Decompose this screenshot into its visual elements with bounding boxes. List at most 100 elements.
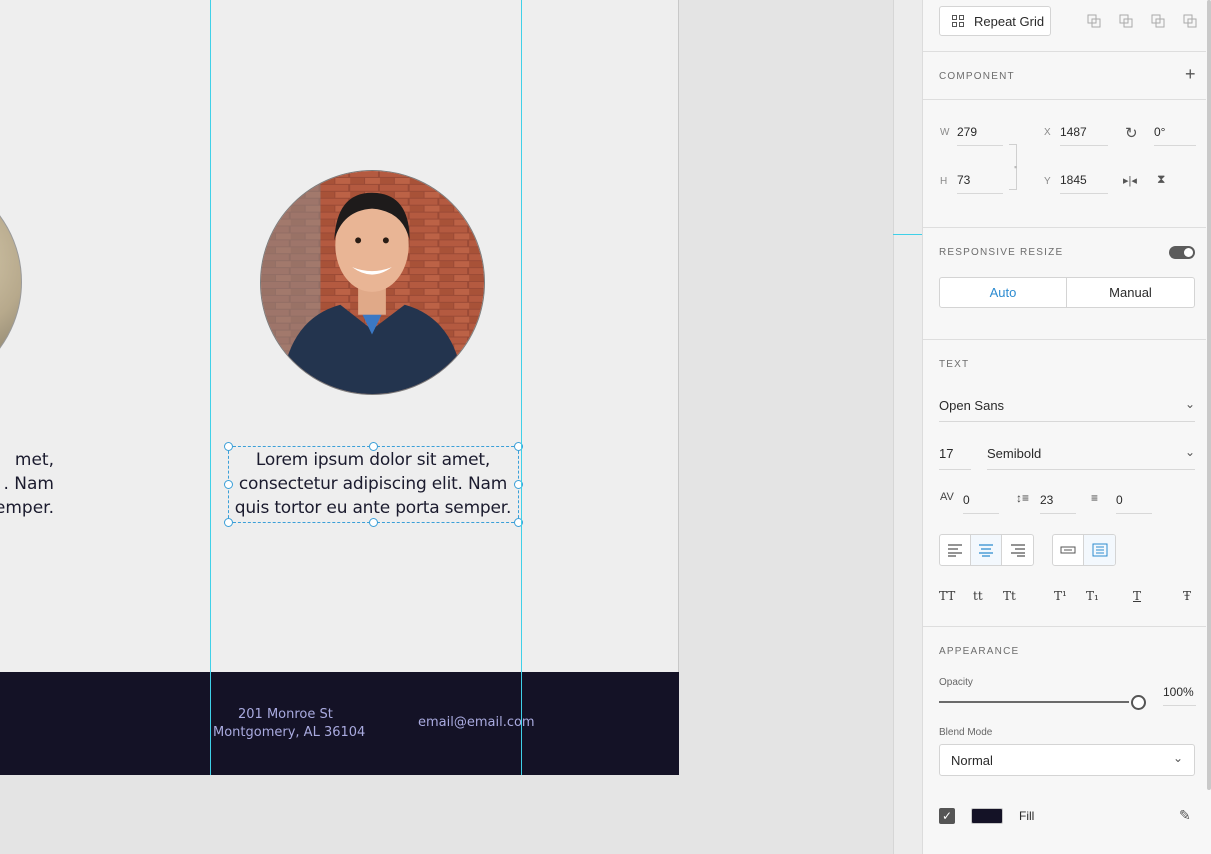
team-member-photo-left[interactable] [0, 170, 22, 394]
text-align-group [939, 534, 1034, 566]
responsive-resize-title: RESPONSIVE RESIZE [939, 247, 1064, 258]
paragraph-spacing-icon: ≡ [1091, 491, 1099, 505]
responsive-resize-toggle[interactable] [1169, 246, 1195, 259]
bio-line: emper. [0, 498, 54, 518]
bio-line: . Nam [3, 474, 54, 494]
property-inspector: Repeat Grid COMPONENT + W 279 H 73 ▪ X 1… [922, 0, 1211, 854]
boolean-add-icon[interactable] [1087, 14, 1101, 28]
footer-email: email@email.com [418, 715, 535, 730]
font-family-dropdown[interactable]: Open Sans [939, 398, 1195, 422]
titlecase-button[interactable]: Tt [1003, 589, 1016, 603]
align-center-icon [979, 544, 993, 557]
auto-width-icon [1060, 546, 1076, 554]
resize-handle-w[interactable] [224, 480, 233, 489]
fixed-size-icon [1092, 543, 1107, 557]
layout-guide [210, 0, 211, 775]
resize-handle-n[interactable] [369, 442, 378, 451]
fill-checkbox[interactable]: ✓ [939, 808, 955, 824]
component-section: COMPONENT + [923, 52, 1206, 100]
font-size-field[interactable]: 17 [939, 446, 971, 470]
underline-button[interactable]: T [1133, 589, 1141, 603]
footer-address-line2: Montgomery, AL 36104 [213, 725, 366, 740]
strikethrough-button[interactable]: Ŧ [1183, 589, 1191, 603]
layout-guide [893, 234, 923, 235]
align-left-button[interactable] [940, 535, 971, 565]
align-right-button[interactable] [1002, 535, 1033, 565]
paragraph-spacing-field[interactable]: 0 [1116, 493, 1152, 514]
team-member-bio-left[interactable]: met, . Nam emper. [0, 448, 54, 520]
chevron-down-icon: ⌄ [1173, 751, 1184, 765]
lowercase-button[interactable]: tt [973, 589, 983, 603]
boolean-intersect-icon[interactable] [1151, 14, 1165, 28]
resize-mode-segmented: Auto Manual [939, 277, 1195, 308]
y-label: Y [1044, 176, 1051, 187]
panel-scrollbar[interactable] [1207, 0, 1211, 790]
width-field[interactable]: 279 [957, 125, 1003, 146]
chevron-down-icon: ⌄ [1185, 397, 1196, 411]
resize-handle-s[interactable] [369, 518, 378, 527]
x-field[interactable]: 1487 [1060, 125, 1108, 146]
component-title: COMPONENT [939, 71, 1015, 82]
fixed-size-button[interactable] [1084, 535, 1115, 565]
line-spacing-field[interactable]: 23 [1040, 493, 1076, 514]
height-field[interactable]: 73 [957, 173, 1003, 194]
width-label: W [940, 127, 950, 138]
font-weight-dropdown[interactable]: Semibold [987, 446, 1195, 470]
resize-auto-option[interactable]: Auto [940, 278, 1067, 307]
footer-address-line1: 201 Monroe St [238, 707, 333, 722]
appearance-title: APPEARANCE [939, 646, 1020, 657]
y-field[interactable]: 1845 [1060, 173, 1108, 194]
fill-color-swatch[interactable] [971, 808, 1003, 824]
grid-icon [952, 15, 964, 27]
boolean-exclude-icon[interactable] [1183, 14, 1197, 28]
layout-guide [521, 0, 522, 775]
repeat-grid-section: Repeat Grid [923, 0, 1206, 52]
lock-icon[interactable]: ▪ [1014, 162, 1017, 172]
align-left-icon [948, 544, 962, 557]
opacity-field[interactable]: 100% [1163, 685, 1196, 706]
text-section: TEXT Open Sans ⌄ 17 Semibold ⌄ AV 0 ↕≡ 2… [923, 340, 1206, 627]
rotate-icon: ↻ [1125, 125, 1138, 142]
panel-gutter [893, 0, 922, 854]
superscript-button[interactable]: T¹ [1054, 589, 1067, 603]
artboard[interactable]: met, . Nam emper. Lorem ipsum dolor sit … [0, 0, 679, 775]
transform-section: W 279 H 73 ▪ X 1487 Y 1845 ↻ 0° ▸|◂ ⧗ [923, 100, 1206, 228]
blend-mode-label: Blend Mode [939, 727, 993, 738]
team-member-photo[interactable] [260, 170, 485, 395]
blend-mode-value: Normal [951, 752, 993, 768]
repeat-grid-button[interactable]: Repeat Grid [939, 6, 1051, 36]
x-label: X [1044, 127, 1051, 138]
bio-line: met, [14, 450, 54, 470]
opacity-label: Opacity [939, 677, 973, 688]
align-right-icon [1010, 544, 1025, 557]
character-spacing-field[interactable]: 0 [963, 493, 999, 514]
resize-manual-option[interactable]: Manual [1067, 278, 1194, 307]
flip-horizontal-icon[interactable]: ▸|◂ [1123, 174, 1137, 187]
selection-box [228, 446, 519, 523]
text-title: TEXT [939, 359, 970, 370]
plus-icon[interactable]: + [1185, 64, 1196, 85]
responsive-resize-section: RESPONSIVE RESIZE Auto Manual [923, 228, 1206, 340]
appearance-section: APPEARANCE Opacity 100% Blend Mode Norma… [923, 627, 1206, 854]
height-label: H [940, 176, 948, 187]
subscript-button[interactable]: T₁ [1086, 589, 1099, 603]
resize-handle-nw[interactable] [224, 442, 233, 451]
resize-handle-sw[interactable] [224, 518, 233, 527]
auto-width-button[interactable] [1053, 535, 1084, 565]
repeat-grid-label: Repeat Grid [974, 13, 1045, 29]
rotation-field[interactable]: 0° [1154, 125, 1196, 146]
eyedropper-icon[interactable]: ✎ [1179, 807, 1191, 824]
text-box-mode-group [1052, 534, 1116, 566]
align-center-button[interactable] [971, 535, 1002, 565]
footer-bar[interactable]: 201 Monroe St Montgomery, AL 36104 email… [0, 672, 679, 775]
boolean-subtract-icon[interactable] [1119, 14, 1133, 28]
portrait-image [261, 171, 484, 394]
opacity-slider-thumb[interactable] [1131, 695, 1146, 710]
blend-mode-dropdown[interactable]: Normal [939, 744, 1195, 776]
flip-vertical-icon[interactable]: ⧗ [1157, 172, 1165, 187]
uppercase-button[interactable]: TT [939, 589, 955, 603]
chevron-down-icon: ⌄ [1185, 445, 1196, 459]
opacity-slider-track[interactable] [939, 701, 1129, 703]
character-spacing-icon: AV [940, 491, 954, 503]
design-canvas[interactable]: met, . Nam emper. Lorem ipsum dolor sit … [0, 0, 893, 854]
